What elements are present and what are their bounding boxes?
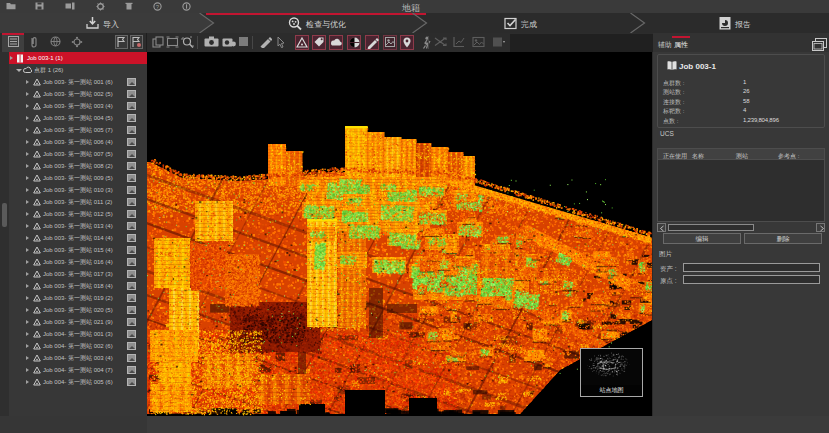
svg-text:?: ? bbox=[156, 4, 160, 10]
